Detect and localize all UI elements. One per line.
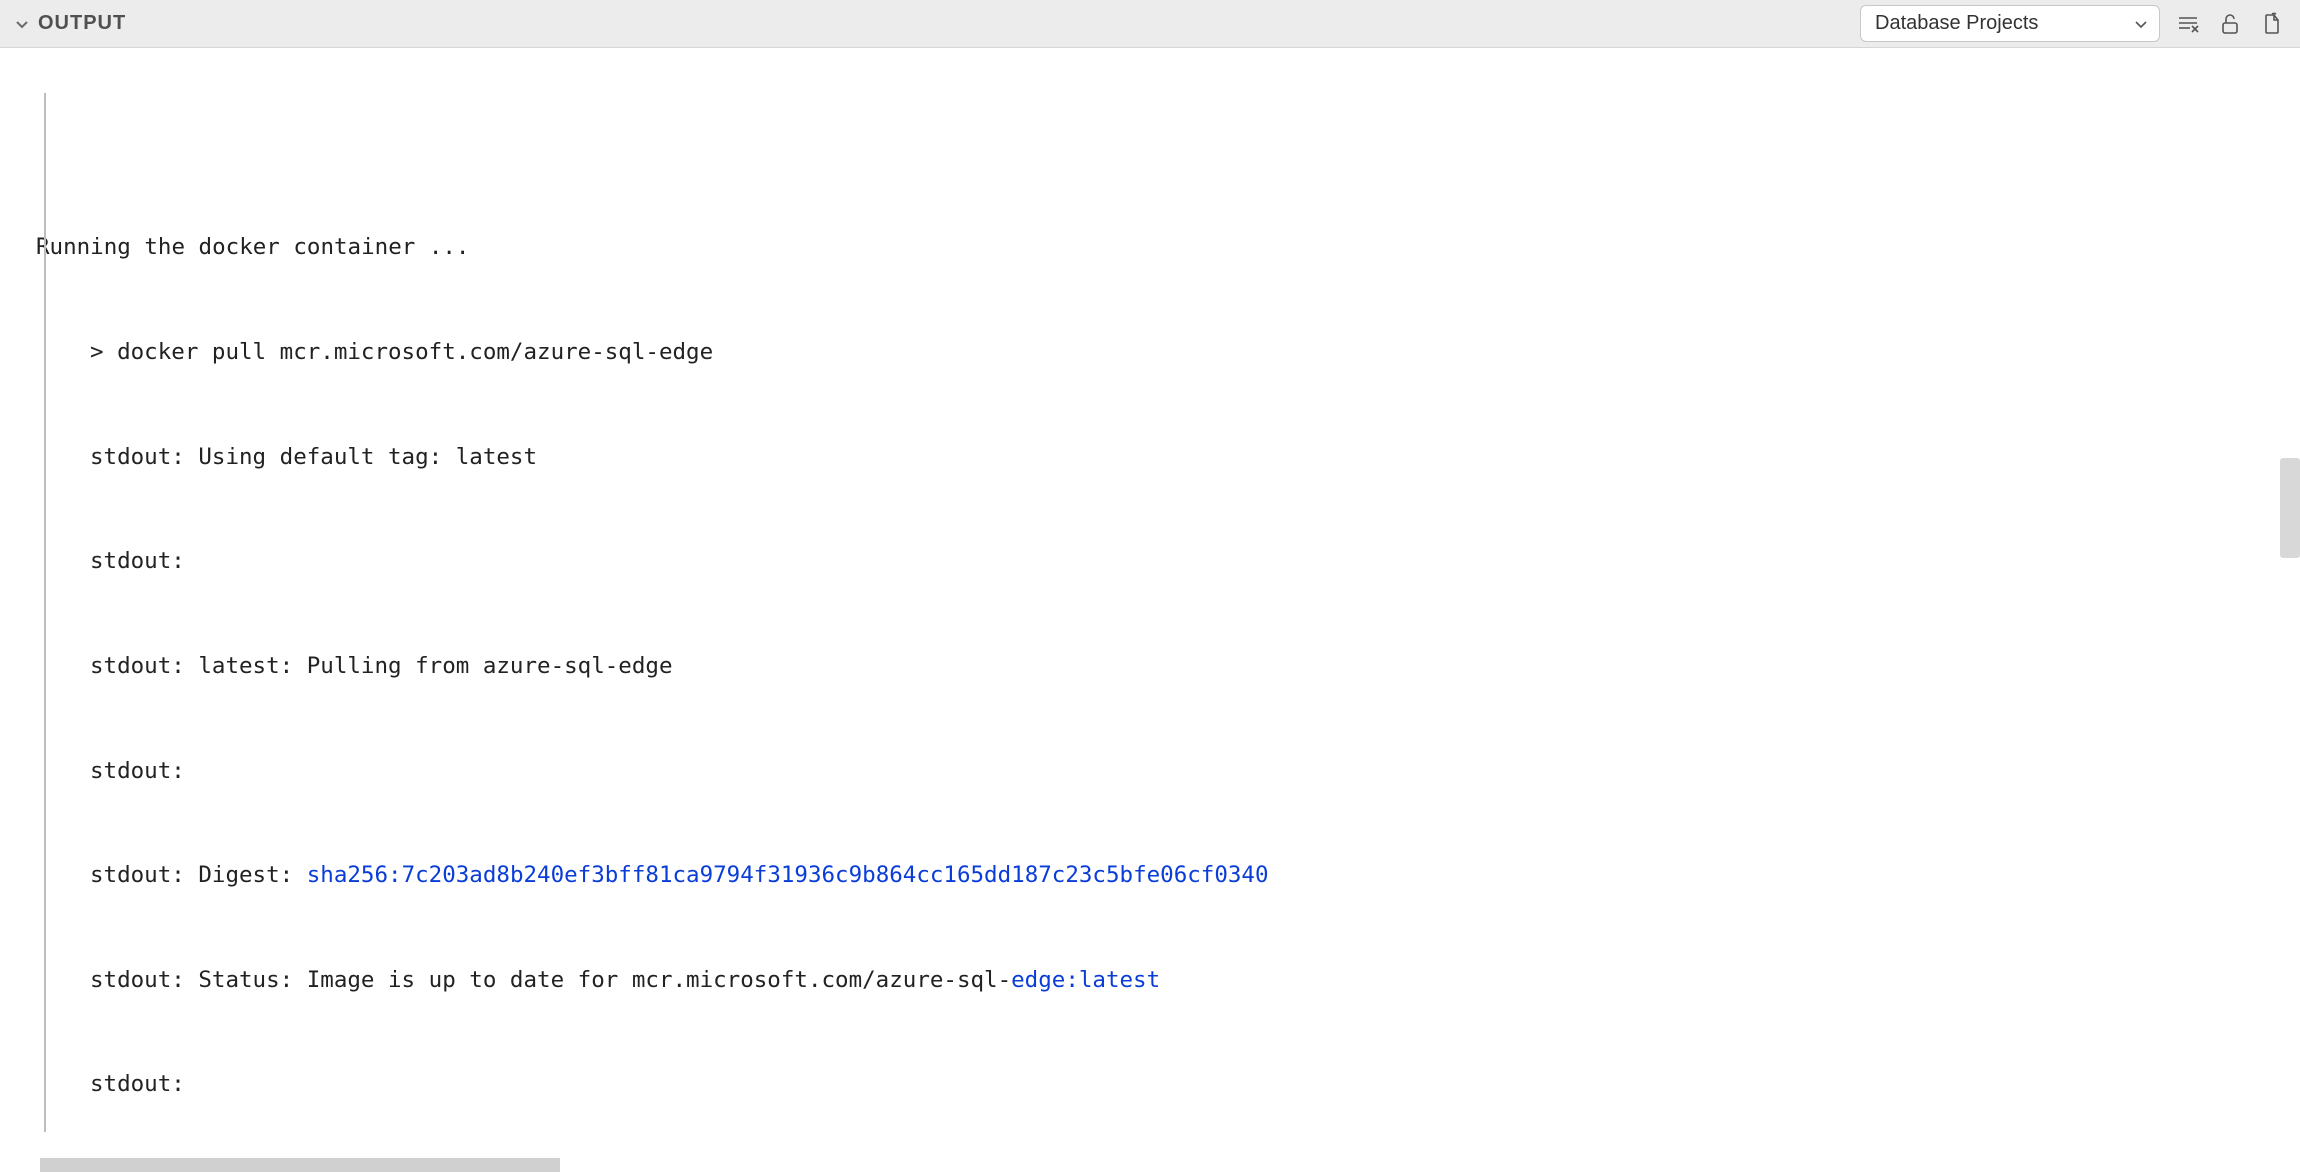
- clear-output-icon[interactable]: [2174, 10, 2202, 38]
- output-body[interactable]: Running the docker container ... > docke…: [0, 48, 2300, 1172]
- output-channel-dropdown[interactable]: Database Projects: [1860, 5, 2160, 42]
- lock-scroll-icon[interactable]: [2216, 10, 2244, 38]
- dropdown-value: Database Projects: [1875, 12, 2038, 35]
- log-line: Running the docker container ...: [36, 230, 2300, 265]
- chevron-down-icon: [2133, 16, 2149, 32]
- log-line: stdout: Using default tag: latest: [36, 440, 2300, 475]
- output-header-left: OUTPUT: [14, 12, 126, 35]
- output-panel-header: OUTPUT Database Projects: [0, 0, 2300, 48]
- log-line: stdout:: [36, 544, 2300, 579]
- log-line: stdout:: [36, 754, 2300, 789]
- log-line: > docker pull mcr.microsoft.com/azure-sq…: [36, 335, 2300, 370]
- log-line: stdout: Status: Image is up to date for …: [36, 963, 2300, 998]
- sha-digest: sha256:7c203ad8b240ef3bff81ca9794f31936c…: [307, 862, 1269, 888]
- image-tag: edge:latest: [1011, 967, 1160, 993]
- horizontal-scrollbar[interactable]: [40, 1158, 560, 1172]
- collapse-chevron-icon[interactable]: [14, 16, 30, 32]
- log-line: stdout:: [36, 1067, 2300, 1102]
- open-log-file-icon[interactable]: [2258, 10, 2286, 38]
- log-line: stdout: latest: Pulling from azure-sql-e…: [36, 649, 2300, 684]
- log-line: stdout: Digest: sha256:7c203ad8b240ef3bf…: [36, 858, 2300, 893]
- output-header-right: Database Projects: [1860, 5, 2286, 42]
- fold-gutter: [44, 93, 46, 1132]
- vertical-scrollbar[interactable]: [2280, 458, 2300, 558]
- panel-title: OUTPUT: [38, 12, 126, 35]
